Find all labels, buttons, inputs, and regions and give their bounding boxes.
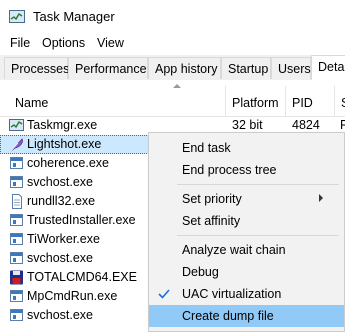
- tab-performance[interactable]: Performance: [68, 57, 148, 79]
- menu-item-label: Debug: [182, 265, 219, 279]
- column-header-row: Name Platform PID S: [0, 80, 345, 117]
- menu-item-label: End task: [182, 141, 231, 155]
- column-divider[interactable]: [285, 86, 286, 116]
- menu-item-create-dump-file[interactable]: Create dump file: [149, 305, 344, 327]
- menu-file[interactable]: File: [10, 36, 30, 50]
- menu-separator: [177, 235, 339, 236]
- process-name: svchost.exe: [27, 308, 94, 322]
- context-menu: End task End process tree Set priority S…: [148, 132, 345, 332]
- process-name: coherence.exe: [27, 156, 110, 170]
- title-bar: Task Manager: [0, 0, 345, 34]
- tab-strip: Processes Performance App history Startu…: [0, 55, 345, 81]
- menu-item-set-affinity[interactable]: Set affinity: [149, 210, 344, 232]
- checkmark-icon: [158, 288, 170, 299]
- submenu-arrow-icon: [319, 194, 323, 202]
- menu-bar: File Options View: [0, 34, 345, 54]
- process-name: TrustedInstaller.exe: [27, 213, 136, 227]
- menu-item-label: Set affinity: [182, 214, 241, 228]
- process-pid: 4824: [292, 118, 320, 132]
- app-window-icon: [9, 308, 25, 323]
- process-name: svchost.exe: [27, 251, 94, 265]
- column-name[interactable]: Name: [15, 96, 48, 110]
- column-status[interactable]: S: [341, 96, 345, 110]
- tab-app-history[interactable]: App history: [148, 57, 221, 79]
- process-platform: 32 bit: [232, 118, 263, 132]
- column-platform[interactable]: Platform: [232, 96, 279, 110]
- floppy-disk-icon: [9, 270, 25, 285]
- menu-item-uac-virtualization[interactable]: UAC virtualization: [149, 283, 344, 305]
- app-window-icon: [9, 213, 25, 228]
- menu-item-set-priority[interactable]: Set priority: [149, 188, 344, 210]
- app-window-icon: [9, 156, 25, 171]
- tab-processes[interactable]: Processes: [4, 57, 69, 79]
- menu-view[interactable]: View: [97, 36, 124, 50]
- process-name: TOTALCMD64.EXE: [27, 270, 137, 284]
- process-name: MpCmdRun.exe: [27, 289, 118, 303]
- menu-item-debug[interactable]: Debug: [149, 261, 344, 283]
- column-pid[interactable]: PID: [292, 96, 313, 110]
- menu-item-label: UAC virtualization: [182, 287, 282, 301]
- column-divider[interactable]: [334, 86, 335, 116]
- menu-item-label: Set priority: [182, 192, 242, 206]
- column-divider[interactable]: [225, 86, 226, 116]
- process-name: Lightshot.exe: [27, 137, 102, 151]
- tab-startup[interactable]: Startup: [221, 57, 271, 79]
- app-window-icon: [9, 232, 25, 247]
- menu-item-label: Analyze wait chain: [182, 243, 286, 257]
- process-name: TiWorker.exe: [27, 232, 100, 246]
- process-name: rundll32.exe: [27, 194, 96, 208]
- process-status: R: [340, 118, 345, 132]
- tab-users[interactable]: Users: [271, 57, 311, 79]
- document-icon: [9, 194, 25, 209]
- sort-arrow-icon: [173, 84, 181, 88]
- app-window-icon: [9, 251, 25, 266]
- menu-item-end-process-tree[interactable]: End process tree: [149, 159, 344, 181]
- menu-item-label: End process tree: [182, 163, 277, 177]
- process-name: svchost.exe: [27, 175, 94, 189]
- window-title: Task Manager: [33, 9, 115, 24]
- menu-item-analyze-wait-chain[interactable]: Analyze wait chain: [149, 239, 344, 261]
- app-window-icon: [9, 289, 25, 304]
- menu-options[interactable]: Options: [42, 36, 85, 50]
- app-window-icon: [9, 175, 25, 190]
- lightshot-feather-icon: [9, 137, 25, 152]
- menu-item-end-task[interactable]: End task: [149, 137, 344, 159]
- process-name: Taskmgr.exe: [27, 118, 98, 132]
- menu-separator: [177, 184, 339, 185]
- task-manager-icon: [9, 118, 25, 133]
- menu-item-label: Create dump file: [182, 309, 274, 323]
- task-manager-icon: [9, 10, 25, 23]
- tab-details[interactable]: Details: [311, 55, 345, 81]
